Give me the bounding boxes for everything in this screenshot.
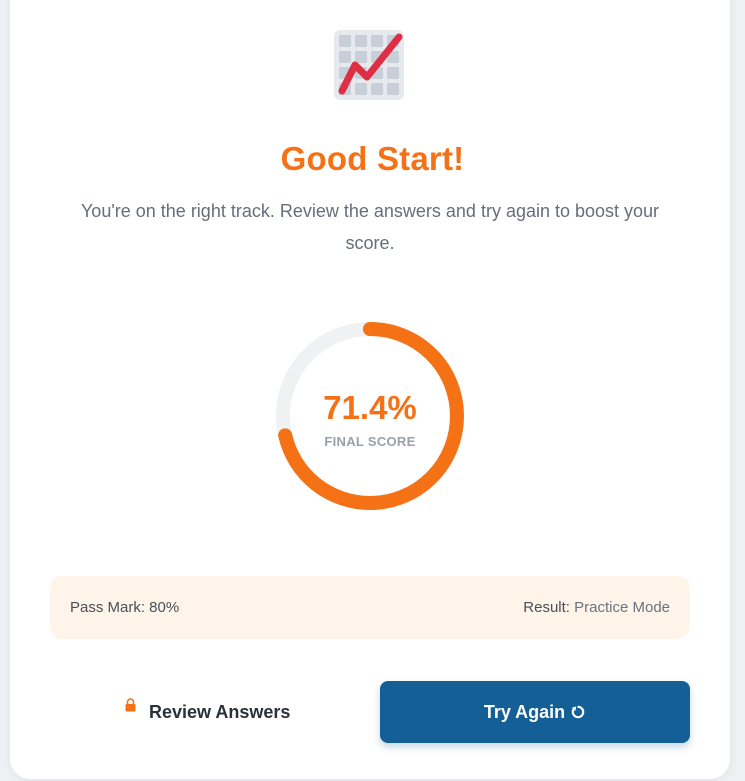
result-text: Result: Practice Mode xyxy=(523,599,670,616)
result-label: Result: xyxy=(523,599,570,616)
pass-mark-text: Pass Mark: 80% xyxy=(70,599,180,616)
lock-icon xyxy=(125,698,136,712)
score-ring: 71.4% FINAL SCORE xyxy=(273,319,467,513)
final-score-value: 71.4% xyxy=(323,389,417,426)
page-title: Good Start! xyxy=(280,140,465,177)
review-answers-label: Review Answers xyxy=(149,702,291,722)
try-again-button[interactable]: Try Again xyxy=(380,681,690,743)
final-score-label: FINAL SCORE xyxy=(324,434,416,449)
try-again-label: Try Again xyxy=(483,701,566,722)
page-subtitle: You're on the right track. Review the an… xyxy=(80,201,660,253)
review-answers-button[interactable]: Review Answers xyxy=(110,684,330,740)
retry-icon xyxy=(571,705,585,719)
chart-increasing-icon xyxy=(334,30,404,100)
result-info-bar: Pass Mark: 80% Result: Practice Mode xyxy=(50,576,690,639)
result-mode: Practice Mode xyxy=(574,599,670,616)
